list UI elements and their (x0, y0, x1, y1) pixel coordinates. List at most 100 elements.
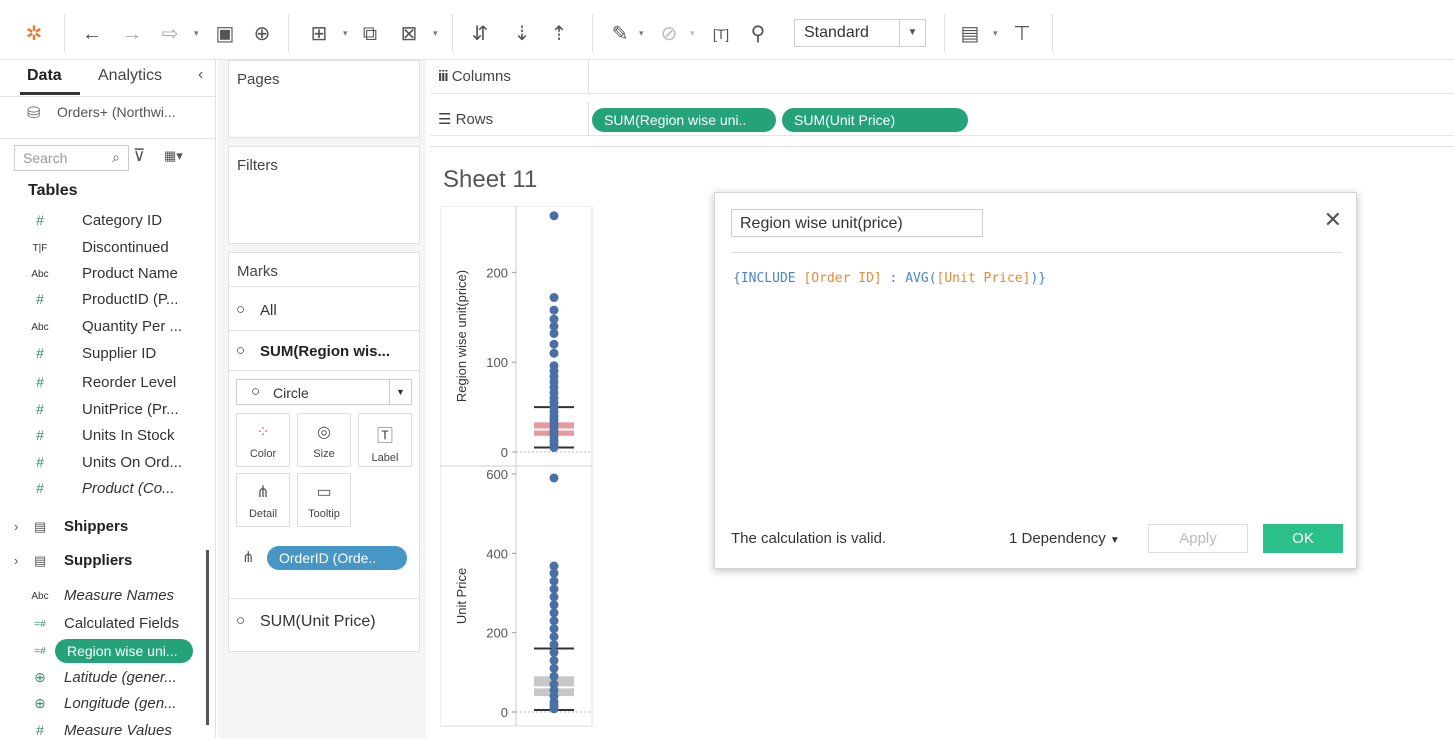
mark-type-value: Circle (273, 385, 309, 401)
label-button[interactable]: 🅃 Label (358, 413, 412, 467)
chevron-right-icon[interactable]: › (14, 519, 18, 534)
presentation-icon[interactable]: ⊤ (1010, 22, 1034, 46)
field-item[interactable]: Units On Ord... (82, 454, 182, 471)
detail-button[interactable]: ⋔ Detail (236, 473, 290, 527)
rows-pill-1[interactable]: SUM(Region wise uni.. (592, 108, 776, 132)
field-item[interactable]: ProductID (P... (82, 291, 178, 308)
ok-button[interactable]: OK (1263, 524, 1343, 553)
marks-measure-1[interactable]: SUM(Region wis... (260, 343, 390, 360)
show-labels-icon[interactable]: [T] (709, 22, 733, 46)
formula-editor[interactable]: {INCLUDE [Order ID] : AVG([Unit Price])} (733, 271, 1046, 286)
marks-all[interactable]: All (260, 302, 277, 319)
data-point (549, 655, 559, 665)
clear-sheet-icon[interactable]: ⊠ (397, 22, 421, 46)
detail-pill[interactable]: OrderID (Orde.. (267, 546, 407, 570)
redo-icon[interactable]: → (120, 22, 144, 46)
radio-icon[interactable]: ○ (236, 342, 245, 359)
field-item[interactable]: Measure Names (64, 587, 174, 604)
clear-dropdown-icon[interactable]: ▾ (433, 28, 438, 39)
calculation-dialog: Region wise unit(price) ✕ {INCLUDE [Orde… (714, 192, 1357, 569)
sort-descending-icon[interactable]: ⇡ (547, 22, 571, 46)
dependency-dropdown[interactable]: 1 Dependency ▼ (1009, 530, 1120, 547)
highlight-dropdown-icon[interactable]: ▾ (639, 28, 644, 39)
circle-icon: ○ (251, 383, 261, 400)
size-icon: ◎ (317, 424, 331, 441)
mark-type-select[interactable]: ○ Circle ▼ (236, 379, 412, 405)
color-button[interactable]: ⁘ Color (236, 413, 290, 467)
pin-icon[interactable]: ⚲ (746, 22, 770, 46)
field-item[interactable]: Latitude (gener... (64, 669, 177, 686)
divider (228, 370, 420, 371)
field-item[interactable]: Reorder Level (82, 374, 176, 391)
columns-shelf[interactable]: iii Columns (430, 60, 1454, 94)
toolbar-separator (64, 14, 65, 52)
fit-select[interactable]: Standard ▼ (794, 19, 926, 47)
field-item[interactable]: Calculated Fields (64, 615, 179, 632)
divider (731, 252, 1342, 253)
number-type-icon: # (36, 427, 44, 443)
data-point (549, 632, 559, 642)
field-item[interactable]: Longitude (gen... (64, 695, 177, 712)
tick-label: 400 (486, 546, 508, 561)
sheet-title: Sheet 11 (443, 166, 538, 193)
search-input[interactable]: Search ⌕ (14, 145, 129, 171)
field-item[interactable]: Units In Stock (82, 427, 175, 444)
highlight-icon[interactable]: ✎ (608, 22, 632, 46)
field-item[interactable]: Supplier ID (82, 345, 156, 362)
undo-icon[interactable]: ← (80, 22, 104, 46)
field-item[interactable]: Region wise uni... (55, 639, 193, 663)
number-type-icon: # (36, 345, 44, 361)
filters-card[interactable]: Filters (228, 146, 420, 244)
calculation-name-input[interactable]: Region wise unit(price) (731, 209, 983, 237)
field-item[interactable]: Product (Co... (82, 480, 175, 497)
color-icon: ⁘ (256, 424, 270, 441)
tooltip-button[interactable]: ▭ Tooltip (297, 473, 351, 527)
tab-data[interactable]: Data (27, 67, 62, 85)
marks-measure-2[interactable]: SUM(Unit Price) (260, 613, 376, 631)
toolbar-separator (592, 14, 593, 52)
field-item[interactable]: Category ID (82, 212, 162, 229)
replay-icon[interactable]: ⇨ (158, 22, 182, 46)
group-icon[interactable]: ⊘ (657, 22, 681, 46)
new-datasource-icon[interactable]: ⊕ (250, 22, 274, 46)
save-icon[interactable]: ▣ (213, 22, 237, 46)
show-me-dropdown-icon[interactable]: ▾ (993, 28, 998, 39)
field-item[interactable]: Product Name (82, 265, 178, 282)
tab-analytics[interactable]: Analytics (98, 67, 162, 85)
field-item[interactable]: UnitPrice (Pr... (82, 401, 179, 418)
field-item[interactable]: Measure Values (64, 722, 172, 739)
size-button[interactable]: ◎ Size (297, 413, 351, 467)
group-dropdown-icon[interactable]: ▾ (690, 28, 695, 39)
datasource-name[interactable]: Orders+ (Northwi... (57, 104, 176, 120)
close-icon[interactable]: ✕ (1324, 207, 1342, 233)
new-worksheet-dropdown-icon[interactable]: ▾ (343, 28, 348, 39)
data-point (549, 443, 559, 453)
chevron-down-icon[interactable]: ▼ (389, 380, 411, 404)
sort-ascending-icon[interactable]: ⇣ (510, 22, 534, 46)
apply-button[interactable]: Apply (1148, 524, 1248, 553)
new-worksheet-icon[interactable]: ⊞ (307, 22, 331, 46)
chevron-right-icon[interactable]: › (14, 553, 18, 568)
chevron-down-icon[interactable]: ▼ (899, 20, 925, 46)
collapse-pane-icon[interactable]: ‹ (198, 66, 203, 84)
field-item[interactable]: Quantity Per ... (82, 318, 182, 335)
radio-icon[interactable]: ○ (236, 612, 245, 629)
tableau-logo-icon[interactable]: ✲ (22, 22, 46, 46)
scrollbar[interactable] (206, 550, 209, 725)
table-shippers[interactable]: Shippers (64, 518, 128, 535)
radio-icon[interactable]: ○ (236, 301, 245, 318)
tick-label: 0 (501, 445, 508, 460)
table-suppliers[interactable]: Suppliers (64, 552, 132, 569)
show-me-icon[interactable]: ▤ (958, 22, 982, 46)
rows-pill-2[interactable]: SUM(Unit Price) (782, 108, 968, 132)
field-item[interactable]: Discontinued (82, 239, 169, 256)
label-icon: 🅃 (376, 428, 393, 445)
view-options-icon[interactable]: ▦▾ (164, 148, 183, 164)
label-label: Label (371, 452, 399, 464)
filter-icon[interactable]: ⊽ (133, 146, 145, 166)
number-type-icon: # (36, 374, 44, 390)
pages-card[interactable]: Pages (228, 60, 420, 138)
swap-icon[interactable]: ⇵ (468, 22, 492, 46)
duplicate-icon[interactable]: ⧉ (358, 22, 382, 46)
replay-dropdown-icon[interactable]: ▾ (194, 28, 199, 39)
